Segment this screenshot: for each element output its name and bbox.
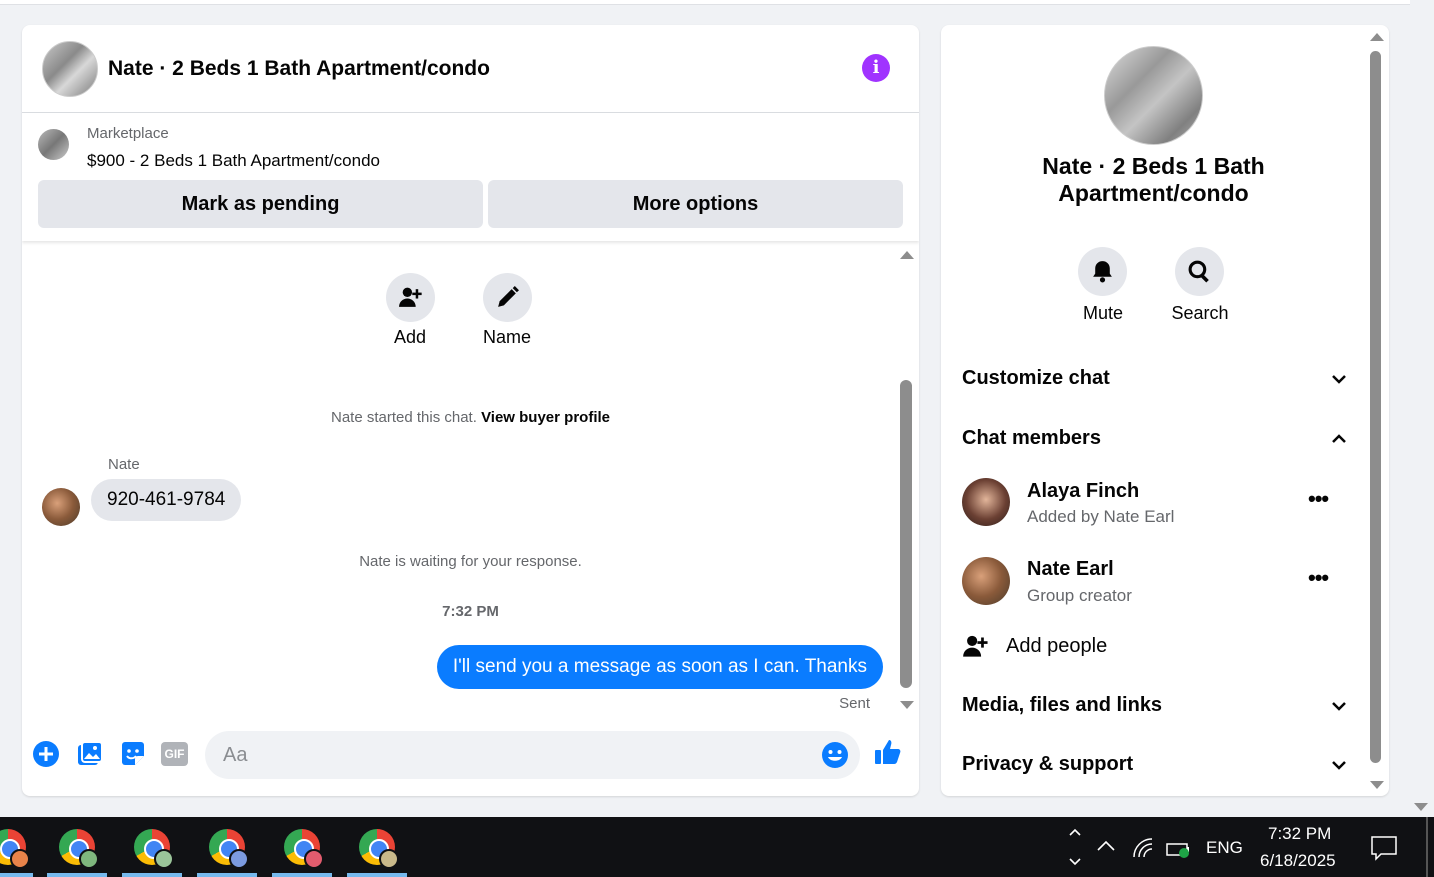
chat-scrollbar-thumb[interactable] <box>900 380 912 688</box>
chevron-down-icon <box>1332 761 1346 770</box>
network-icon[interactable] <box>1132 837 1156 859</box>
member-more-icon[interactable]: ••• <box>1308 565 1329 591</box>
add-people-label: Add people <box>1006 635 1108 657</box>
taskbar-scroll-icon[interactable] <box>1068 825 1082 869</box>
page-scroll-down-icon[interactable] <box>1414 803 1428 811</box>
listing-avatar[interactable] <box>42 41 98 97</box>
media-files-row[interactable]: Media, files and links <box>962 694 1347 717</box>
chrome-icon[interactable] <box>57 827 99 869</box>
chevron-down-icon <box>1332 375 1346 384</box>
chevron-up-icon[interactable] <box>1096 839 1116 853</box>
clock-date[interactable]: 6/18/2025 <box>1260 851 1336 871</box>
chat-started-note: Nate started this chat. View buyer profi… <box>22 409 919 426</box>
mark-pending-button[interactable]: Mark as pending <box>38 180 483 228</box>
chrome-icon[interactable] <box>357 827 399 869</box>
add-person-button[interactable] <box>386 273 435 322</box>
chat-title[interactable]: Nate · 2 Beds 1 Bath Apartment/condo <box>108 57 490 81</box>
search-icon <box>1188 260 1209 283</box>
active-indicator <box>122 873 182 877</box>
message-list: Add Name Nate started this chat. View bu… <box>22 241 919 721</box>
notification-icon[interactable] <box>1370 835 1398 861</box>
add-label: Add <box>393 327 427 347</box>
outgoing-message[interactable]: I'll send you a message as soon as I can… <box>436 645 883 689</box>
details-panel: Nate · 2 Beds 1 Bath Apartment/condo Mut… <box>941 25 1389 796</box>
group-avatar[interactable] <box>1104 46 1203 145</box>
details-scrollbar-thumb[interactable] <box>1370 51 1381 763</box>
message-input-wrapper <box>205 731 860 779</box>
listing-title[interactable]: $900 - 2 Beds 1 Bath Apartment/condo <box>87 151 380 171</box>
active-indicator <box>272 873 332 877</box>
customize-chat-label: Customize chat <box>962 367 1110 389</box>
add-person-icon <box>399 287 422 307</box>
privacy-support-label: Privacy & support <box>962 753 1134 775</box>
scroll-up-arrow-icon[interactable] <box>900 251 914 259</box>
member-name[interactable]: Nate Earl <box>1027 558 1114 581</box>
scroll-down-arrow-icon[interactable] <box>1370 781 1384 789</box>
incoming-message[interactable]: 920-461-9784 <box>91 479 242 521</box>
sender-name: Nate <box>108 456 140 473</box>
search-button[interactable] <box>1175 247 1224 296</box>
chat-header: Nate · 2 Beds 1 Bath Apartment/condo i <box>22 25 919 113</box>
active-indicator <box>197 873 257 877</box>
waiting-note: Nate is waiting for your response. <box>359 553 582 570</box>
chrome-icon[interactable] <box>207 827 249 869</box>
media-files-label: Media, files and links <box>962 694 1163 716</box>
member-more-icon[interactable]: ••• <box>1308 486 1329 512</box>
customize-chat-row[interactable]: Customize chat <box>962 367 1347 390</box>
language-indicator[interactable]: ENG <box>1206 838 1243 858</box>
view-buyer-profile-link[interactable]: View buyer profile <box>481 409 610 426</box>
scroll-down-arrow-icon[interactable] <box>900 701 914 709</box>
chrome-icon[interactable] <box>282 827 324 869</box>
browser-top-edge <box>0 0 1410 5</box>
active-indicator <box>347 873 407 877</box>
plus-circle-icon[interactable] <box>31 739 61 769</box>
sender-avatar[interactable] <box>42 488 80 526</box>
chrome-icon[interactable] <box>0 827 30 869</box>
bell-icon <box>1093 261 1112 283</box>
sent-status: Sent <box>839 695 870 712</box>
info-icon[interactable]: i <box>862 54 890 82</box>
show-desktop-divider[interactable] <box>1426 817 1428 877</box>
sticker-icon[interactable] <box>118 739 148 769</box>
chat-members-row[interactable]: Chat members <box>962 427 1347 450</box>
member-subtitle: Group creator <box>1027 586 1132 605</box>
member-avatar[interactable] <box>962 557 1010 605</box>
gif-button[interactable]: GIF <box>161 742 188 766</box>
photo-icon[interactable] <box>75 739 105 769</box>
privacy-support-row[interactable]: Privacy & support <box>962 753 1347 776</box>
chat-started-text: Nate started this chat. <box>330 409 477 426</box>
mute-button[interactable] <box>1078 247 1127 296</box>
active-indicator <box>0 873 33 877</box>
chevron-up-icon <box>1332 434 1346 443</box>
add-person-icon <box>963 635 988 657</box>
chevron-down-icon <box>1332 702 1346 711</box>
name-label: Name <box>482 327 531 347</box>
search-label: Search <box>1171 303 1229 323</box>
pencil-icon <box>498 286 519 307</box>
more-options-button[interactable]: More options <box>488 180 903 228</box>
emoji-icon[interactable] <box>820 740 850 770</box>
member-name[interactable]: Alaya Finch <box>1027 480 1139 503</box>
member-subtitle: Added by Nate Earl <box>1027 507 1175 526</box>
scroll-up-arrow-icon[interactable] <box>1370 33 1384 41</box>
battery-icon[interactable] <box>1166 839 1192 859</box>
details-title: Nate · 2 Beds 1 Bath Apartment/condo <box>1042 153 1265 206</box>
taskbar: ENG 7:32 PM 6/18/2025 <box>0 817 1434 877</box>
active-indicator <box>47 873 107 877</box>
like-icon[interactable] <box>873 737 903 767</box>
name-chat-button[interactable] <box>483 273 532 322</box>
message-timestamp: 7:32 PM <box>442 603 499 620</box>
clock-time[interactable]: 7:32 PM <box>1268 824 1331 844</box>
marketplace-banner: Marketplace $900 - 2 Beds 1 Bath Apartme… <box>22 113 919 241</box>
chat-members-label: Chat members <box>962 427 1101 449</box>
chat-panel: Nate · 2 Beds 1 Bath Apartment/condo i M… <box>22 25 919 796</box>
marketplace-label: Marketplace <box>87 125 169 142</box>
chrome-icon[interactable] <box>132 827 174 869</box>
message-input[interactable] <box>221 743 805 768</box>
mute-label: Mute <box>1082 303 1124 323</box>
listing-thumbnail[interactable] <box>38 129 69 160</box>
member-avatar[interactable] <box>962 478 1010 526</box>
